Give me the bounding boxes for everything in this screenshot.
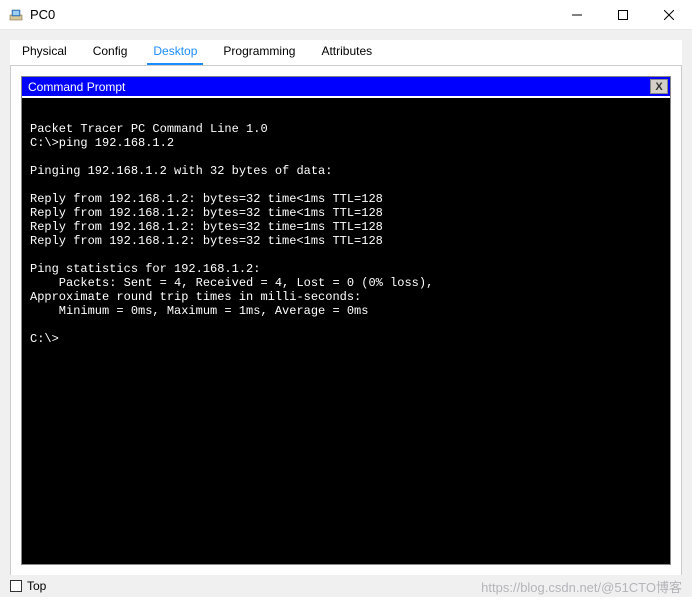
window-titlebar: PC0 <box>0 0 692 30</box>
watermark: https://blog.csdn.net/@51CTO博客 <box>481 577 682 596</box>
tab-content: Command Prompt X Packet Tracer PC Comman… <box>10 66 682 576</box>
close-button[interactable] <box>646 0 692 29</box>
command-prompt-titlebar: Command Prompt X <box>22 77 670 96</box>
command-prompt-title: Command Prompt <box>28 80 125 94</box>
tab-desktop[interactable]: Desktop <box>147 39 203 65</box>
top-checkbox[interactable] <box>10 580 22 592</box>
tab-config[interactable]: Config <box>87 39 134 65</box>
maximize-button[interactable] <box>600 0 646 29</box>
terminal-output[interactable]: Packet Tracer PC Command Line 1.0 C:\>pi… <box>22 96 670 564</box>
tab-bar: Physical Config Desktop Programming Attr… <box>10 40 682 66</box>
main-area: Physical Config Desktop Programming Attr… <box>0 30 692 575</box>
command-prompt-close-button[interactable]: X <box>650 79 668 94</box>
app-icon <box>8 7 24 23</box>
command-prompt-window: Command Prompt X Packet Tracer PC Comman… <box>21 76 671 565</box>
tab-physical[interactable]: Physical <box>16 39 73 65</box>
tab-programming[interactable]: Programming <box>217 39 301 65</box>
top-label: Top <box>27 579 46 593</box>
minimize-button[interactable] <box>554 0 600 29</box>
window-controls <box>554 0 692 29</box>
tab-attributes[interactable]: Attributes <box>315 39 378 65</box>
window-title: PC0 <box>30 7 55 22</box>
